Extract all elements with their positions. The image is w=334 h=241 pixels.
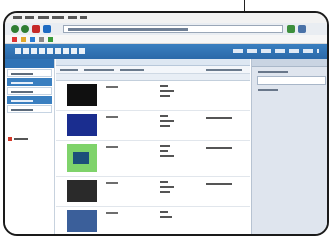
list-item[interactable] (56, 177, 250, 207)
item-meta (206, 117, 232, 119)
list-column-header (56, 74, 250, 81)
nav-item-selected[interactable] (7, 78, 52, 86)
bookmarks-bar (5, 35, 327, 44)
toolbar-button[interactable] (206, 69, 242, 71)
nav-item[interactable] (7, 105, 52, 113)
item-details (160, 115, 174, 130)
thumbnail[interactable] (67, 114, 97, 136)
nav-item[interactable] (7, 69, 52, 77)
toolbar-button[interactable] (120, 69, 144, 71)
forward-icon[interactable] (21, 25, 29, 33)
stop-icon[interactable] (32, 25, 40, 33)
address-url (68, 28, 188, 31)
item-name (106, 116, 118, 118)
menu-item[interactable] (37, 16, 49, 19)
item-name (106, 86, 118, 88)
menu-item[interactable] (25, 16, 35, 19)
browser-menu-bar (5, 13, 327, 23)
menu-item[interactable] (79, 16, 87, 19)
property-field[interactable] (257, 76, 326, 85)
nav-header (5, 59, 54, 68)
nav-item[interactable] (7, 87, 52, 95)
toolbar-button[interactable] (84, 69, 114, 71)
item-meta (206, 147, 232, 149)
thumbnail[interactable] (67, 84, 97, 106)
thumbnail[interactable] (67, 210, 97, 232)
list-item[interactable] (56, 81, 250, 111)
list-item[interactable] (56, 207, 250, 234)
item-details (160, 211, 172, 221)
menu-item[interactable] (67, 16, 77, 19)
properties-panel (251, 59, 327, 234)
thumbnail[interactable] (67, 144, 97, 172)
thumbnail[interactable] (67, 180, 97, 202)
toolbar-button[interactable] (60, 69, 78, 71)
bookmark-icon[interactable] (39, 37, 44, 42)
delete-icon[interactable] (8, 137, 12, 141)
nav-link[interactable] (14, 138, 28, 140)
item-name (106, 182, 118, 184)
go-icon[interactable] (287, 25, 295, 33)
item-details (160, 181, 174, 196)
search-icon[interactable] (298, 25, 306, 33)
list-toolbar (56, 66, 250, 74)
nav-item-selected[interactable] (7, 96, 52, 104)
list-item[interactable] (56, 111, 250, 141)
item-name (106, 212, 118, 214)
menu-item[interactable] (13, 16, 22, 19)
item-meta (206, 183, 232, 185)
bookmark-icon[interactable] (12, 37, 17, 42)
properties-header (252, 59, 327, 67)
banner-links[interactable] (233, 49, 319, 53)
panel-tab-bar[interactable] (56, 59, 250, 66)
left-navigation (5, 59, 55, 234)
property-label (258, 89, 278, 91)
bookmark-icon[interactable] (30, 37, 35, 42)
content-list-panel (56, 59, 250, 234)
back-icon[interactable] (11, 25, 19, 33)
bookmark-icon[interactable] (21, 37, 26, 42)
address-bar[interactable] (63, 25, 283, 33)
bookmark-icon[interactable] (48, 37, 53, 42)
home-icon[interactable] (43, 25, 51, 33)
property-label (258, 71, 288, 73)
app-banner (5, 44, 327, 59)
item-details (160, 85, 174, 100)
app-logo (15, 48, 85, 54)
list-item[interactable] (56, 141, 250, 177)
menu-item[interactable] (52, 16, 65, 19)
browser-window (3, 11, 329, 236)
item-name (106, 146, 118, 148)
item-details (160, 145, 174, 160)
browser-toolbar (5, 23, 327, 35)
